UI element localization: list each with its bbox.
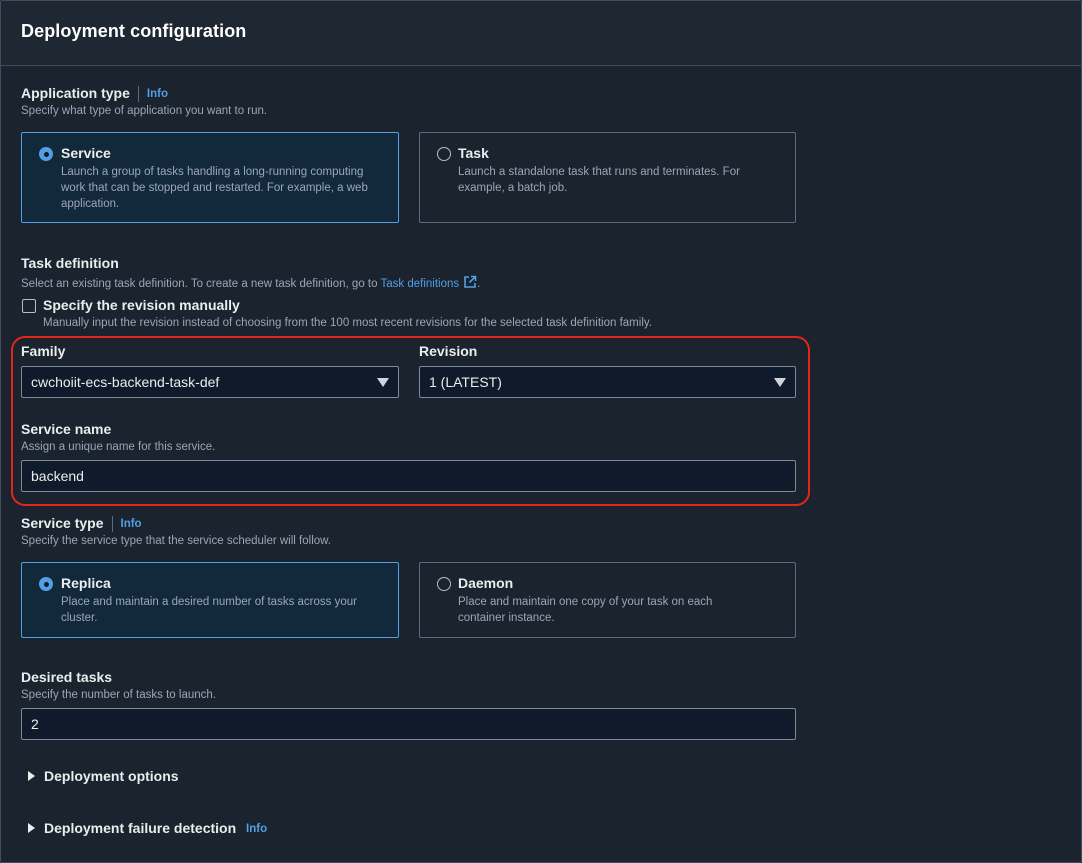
application-type-task-tile[interactable]: Task Launch a standalone task that runs … [419,132,796,223]
task-description: Launch a standalone task that runs and t… [458,166,740,194]
panel-title: Deployment configuration [21,21,247,41]
service-type-description: Specify the service type that the servic… [21,535,332,547]
replica-radio[interactable] [39,577,53,591]
daemon-description: Place and maintain one copy of your task… [458,596,713,624]
external-link-icon[interactable] [463,275,477,289]
service-type-heading: Service type Info [21,515,142,533]
task-definition-description: Select an existing task definition. To c… [21,278,378,290]
desired-tasks-description: Specify the number of tasks to launch. [21,689,216,701]
application-type-description: Specify what type of application you wan… [21,105,268,117]
desired-tasks-label: Desired tasks [21,669,113,685]
specify-revision-checkbox[interactable] [22,299,36,313]
replica-title: Replica [61,575,111,591]
deployment-failure-detection-label: Deployment failure detection [44,820,237,836]
application-type-service-tile[interactable]: Service Launch a group of tasks handling… [21,132,399,223]
panel-header: Deployment configuration [1,1,1081,66]
desired-tasks-input[interactable]: 2 [21,708,796,740]
application-type-label: Application type [21,85,130,101]
service-description: Launch a group of tasks handling a long-… [61,166,368,210]
daemon-radio[interactable] [437,577,451,591]
caret-right-icon[interactable] [28,823,35,833]
service-radio[interactable] [39,147,53,161]
specify-revision-label: Specify the revision manually [43,297,240,313]
application-type-heading: Application type Info [21,85,168,103]
task-definition-description-row: Select an existing task definition. To c… [21,275,480,290]
red-highlight-box [11,336,810,506]
task-radio[interactable] [437,147,451,161]
application-type-info-link[interactable]: Info [147,88,168,100]
service-type-label: Service type [21,515,104,531]
service-type-info-link[interactable]: Info [121,518,142,530]
task-title: Task [458,145,489,161]
daemon-title: Daemon [458,575,514,591]
info-separator [137,85,139,102]
replica-description: Place and maintain a desired number of t… [61,596,357,624]
caret-right-icon[interactable] [28,771,35,781]
info-separator [111,515,113,532]
deployment-failure-detection-info-link[interactable]: Info [246,823,267,835]
service-type-replica-tile[interactable]: Replica Place and maintain a desired num… [21,562,399,638]
deployment-configuration-panel: Deployment configuration Application typ… [0,0,1082,863]
deployment-options-expander[interactable]: Deployment options [44,768,179,784]
task-definition-label: Task definition [21,255,119,271]
service-title: Service [61,145,111,161]
task-definition-description-end: . [477,278,481,290]
task-definitions-link[interactable]: Task definitions [381,278,460,290]
service-type-daemon-tile[interactable]: Daemon Place and maintain one copy of yo… [419,562,796,638]
deployment-failure-detection-expander[interactable]: Deployment failure detection Info [44,820,267,836]
specify-revision-description: Manually input the revision instead of c… [43,317,652,329]
